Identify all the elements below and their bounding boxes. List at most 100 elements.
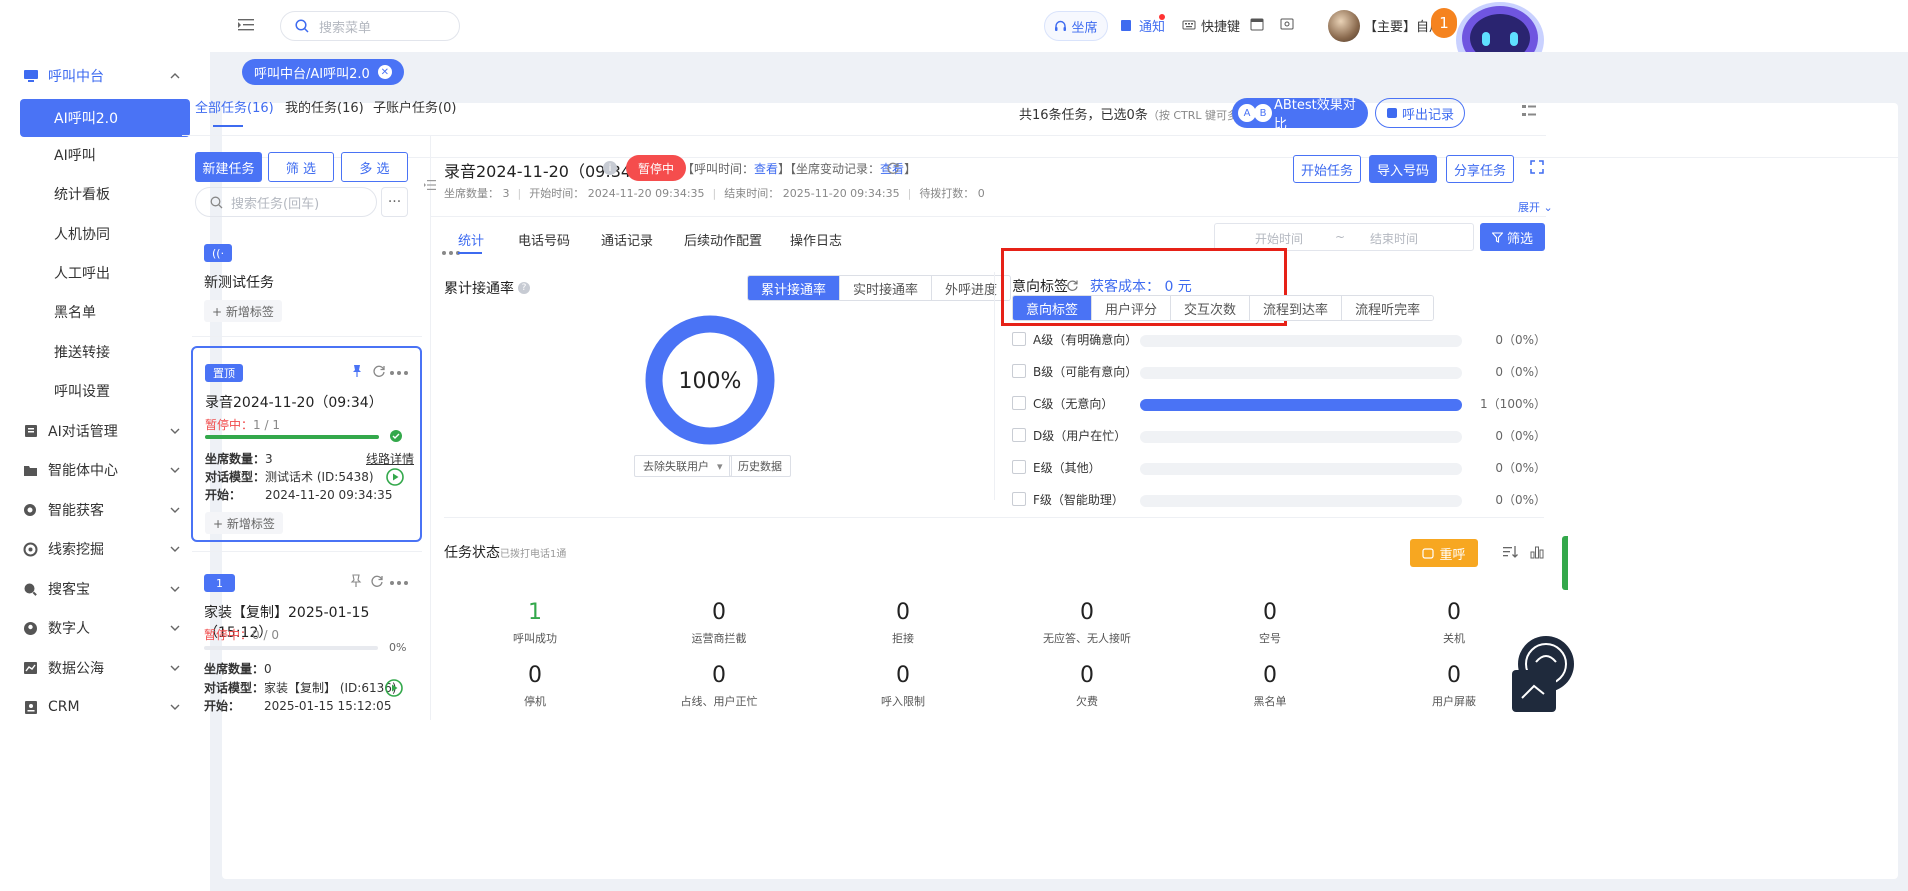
seat-button[interactable]: 坐席	[1044, 11, 1108, 41]
panel-collapse-icon[interactable]	[424, 178, 436, 194]
menu-collapse-icon[interactable]	[238, 18, 254, 32]
refresh-icon[interactable]	[886, 161, 900, 175]
kv-value: 2024-11-20 09:34:35	[265, 488, 393, 502]
pin-icon[interactable]	[349, 574, 365, 590]
avatar[interactable]	[1328, 10, 1360, 42]
tab-my-tasks[interactable]: 我的任务(16)	[285, 97, 364, 116]
tab-sub-account-tasks[interactable]: 子账户任务(0)	[373, 97, 456, 116]
sidebar-item-label: 推送转接	[54, 345, 110, 361]
sidebar-group-soukebao[interactable]: 搜客宝	[0, 569, 210, 609]
status-label: 暂停中：	[204, 628, 253, 642]
start-task-button[interactable]: 开始任务	[1293, 155, 1361, 183]
segment-interaction-count[interactable]: 交互次数	[1171, 296, 1251, 320]
sidebar-item-push-transfer[interactable]: 推送转接	[0, 332, 210, 372]
new-task-button[interactable]: 新建任务	[195, 152, 262, 182]
refresh-icon[interactable]	[372, 364, 388, 380]
sidebar-group-ai-dialog[interactable]: AI对话管理	[0, 411, 210, 451]
tab-call-records[interactable]: 通话记录	[601, 230, 653, 249]
sidebar-item-blacklist[interactable]: 黑名单	[0, 292, 210, 332]
tab-operation-log[interactable]: 操作日志	[790, 230, 842, 249]
sidebar-group-call-center[interactable]: 呼叫中台	[0, 56, 210, 96]
notify-button[interactable]: 通知	[1120, 16, 1165, 35]
tab-all-tasks[interactable]: 全部任务(16)	[195, 97, 274, 116]
task-card[interactable]: ((· 新测试任务 + 新增标签	[192, 230, 474, 330]
history-data-button[interactable]: 历史数据	[729, 455, 791, 477]
sidebar-item-label: 呼叫设置	[54, 384, 110, 400]
refresh-icon[interactable]	[370, 574, 386, 590]
bar-chart-icon[interactable]	[1530, 545, 1546, 561]
sidebar-group-smart-acquisition[interactable]: 智能获客	[0, 490, 210, 530]
feedback-button[interactable]	[1512, 670, 1556, 712]
sidebar-item-manual-call[interactable]: 人工呼出	[0, 253, 210, 293]
sort-icon[interactable]	[1503, 545, 1519, 561]
call-time-view-link[interactable]: 查看	[754, 162, 778, 176]
tab-active-indicator	[213, 125, 243, 127]
segment-flow-complete-rate[interactable]: 流程听完率	[1342, 296, 1434, 320]
more-options-button[interactable]: ···	[381, 187, 408, 217]
segment-outbound-progress[interactable]: 外呼进度	[932, 276, 1011, 300]
level-checkbox[interactable]	[1012, 492, 1026, 506]
sidebar-item-ai-call[interactable]: AI呼叫	[0, 135, 210, 175]
menu-search-input[interactable]: 搜索菜单	[280, 11, 460, 41]
sidebar-group-lead-mining[interactable]: 线索挖掘	[0, 529, 210, 569]
level-label: E级（其他）	[1033, 461, 1101, 475]
level-checkbox[interactable]	[1012, 396, 1026, 410]
sidebar-group-digital-human[interactable]: 数字人	[0, 608, 210, 648]
task-search-input[interactable]: 搜索任务(回车)	[195, 187, 377, 217]
close-icon[interactable]: ✕	[377, 65, 392, 79]
segment-intent-tags[interactable]: 意向标签	[1013, 296, 1093, 320]
task-card-selected[interactable]: 置顶 录音2024-11-20（09:34） 暂停中：1 / 1 坐席数量：3 …	[191, 346, 422, 542]
date-range-picker[interactable]: 开始时间 ~ 结束时间	[1214, 223, 1474, 251]
sidebar-group-crm[interactable]: CRM	[0, 687, 210, 727]
card-divider	[192, 336, 422, 337]
segment-user-score[interactable]: 用户评分	[1092, 296, 1172, 320]
sidebar-item-human-machine[interactable]: 人机协同	[0, 214, 210, 254]
outbound-records-button[interactable]: 呼出记录	[1375, 98, 1465, 128]
shortcut-button[interactable]: 快捷键	[1182, 16, 1240, 35]
more-icon[interactable]	[390, 370, 408, 376]
exclude-lost-users-select[interactable]: 去除失联用户 ▾	[634, 455, 732, 477]
calendar-icon[interactable]	[1250, 17, 1266, 33]
multi-select-button[interactable]: 多 选	[341, 152, 408, 182]
sidebar-item-stats-board[interactable]: 统计看板	[0, 174, 210, 214]
image-icon[interactable]	[1280, 17, 1296, 33]
kv-label: 开始：	[204, 699, 241, 713]
filter-button[interactable]: 筛选	[1480, 223, 1545, 251]
pin-icon[interactable]	[350, 364, 366, 380]
level-checkbox[interactable]	[1012, 332, 1026, 346]
tab-phone-numbers[interactable]: 电话号码	[518, 230, 570, 249]
tab-statistics[interactable]: 统计	[458, 230, 484, 249]
add-tag-button[interactable]: + 新增标签	[204, 300, 282, 322]
refresh-icon[interactable]	[1066, 279, 1080, 293]
redial-button[interactable]: 重呼	[1410, 539, 1478, 567]
fullscreen-icon[interactable]	[1530, 160, 1546, 176]
list-view-icon[interactable]	[1522, 104, 1538, 120]
tab-followup-config[interactable]: 后续动作配置	[684, 230, 762, 249]
level-checkbox[interactable]	[1012, 364, 1026, 378]
abtest-compare-button[interactable]: AB ABtest效果对比	[1232, 98, 1368, 132]
segment-flow-reach-rate[interactable]: 流程到达率	[1250, 296, 1343, 320]
stat-value: 0	[528, 663, 542, 688]
more-icon[interactable]	[390, 580, 408, 586]
line-details-link[interactable]: 线路详情	[366, 450, 414, 467]
segment-realtime-rate[interactable]: 实时接通率	[840, 276, 933, 300]
play-icon[interactable]	[385, 679, 403, 697]
breadcrumb-tag[interactable]: 呼叫中台/AI呼叫2.0 ✕	[242, 59, 404, 85]
filter-tasks-button[interactable]: 筛 选	[268, 152, 334, 182]
segment-cumulative-rate[interactable]: 累计接通率	[748, 276, 841, 300]
play-icon[interactable]	[386, 468, 404, 486]
info-icon[interactable]: i	[603, 161, 617, 175]
expand-toggle[interactable]: 展开 ⌄	[1518, 199, 1553, 215]
level-checkbox[interactable]	[1012, 428, 1026, 442]
share-task-button[interactable]: 分享任务	[1446, 155, 1514, 183]
level-checkbox[interactable]	[1012, 460, 1026, 474]
import-numbers-button[interactable]: 导入号码	[1369, 155, 1437, 183]
side-drawer-tab[interactable]	[1562, 536, 1568, 590]
help-icon[interactable]: ?	[518, 282, 530, 294]
sidebar-group-agent-center[interactable]: 智能体中心	[0, 450, 210, 490]
add-tag-button[interactable]: + 新增标签	[205, 512, 283, 534]
task-card[interactable]: 1 家装【复制】2025-01-15（15:12） 暂停中：0 / 0 0% 坐…	[192, 560, 422, 720]
sidebar-item-call-settings[interactable]: 呼叫设置	[0, 371, 210, 411]
sidebar-group-data-sea[interactable]: 数据公海	[0, 648, 210, 688]
sidebar-item-ai-call-2[interactable]: AI呼叫2.0	[20, 99, 190, 137]
